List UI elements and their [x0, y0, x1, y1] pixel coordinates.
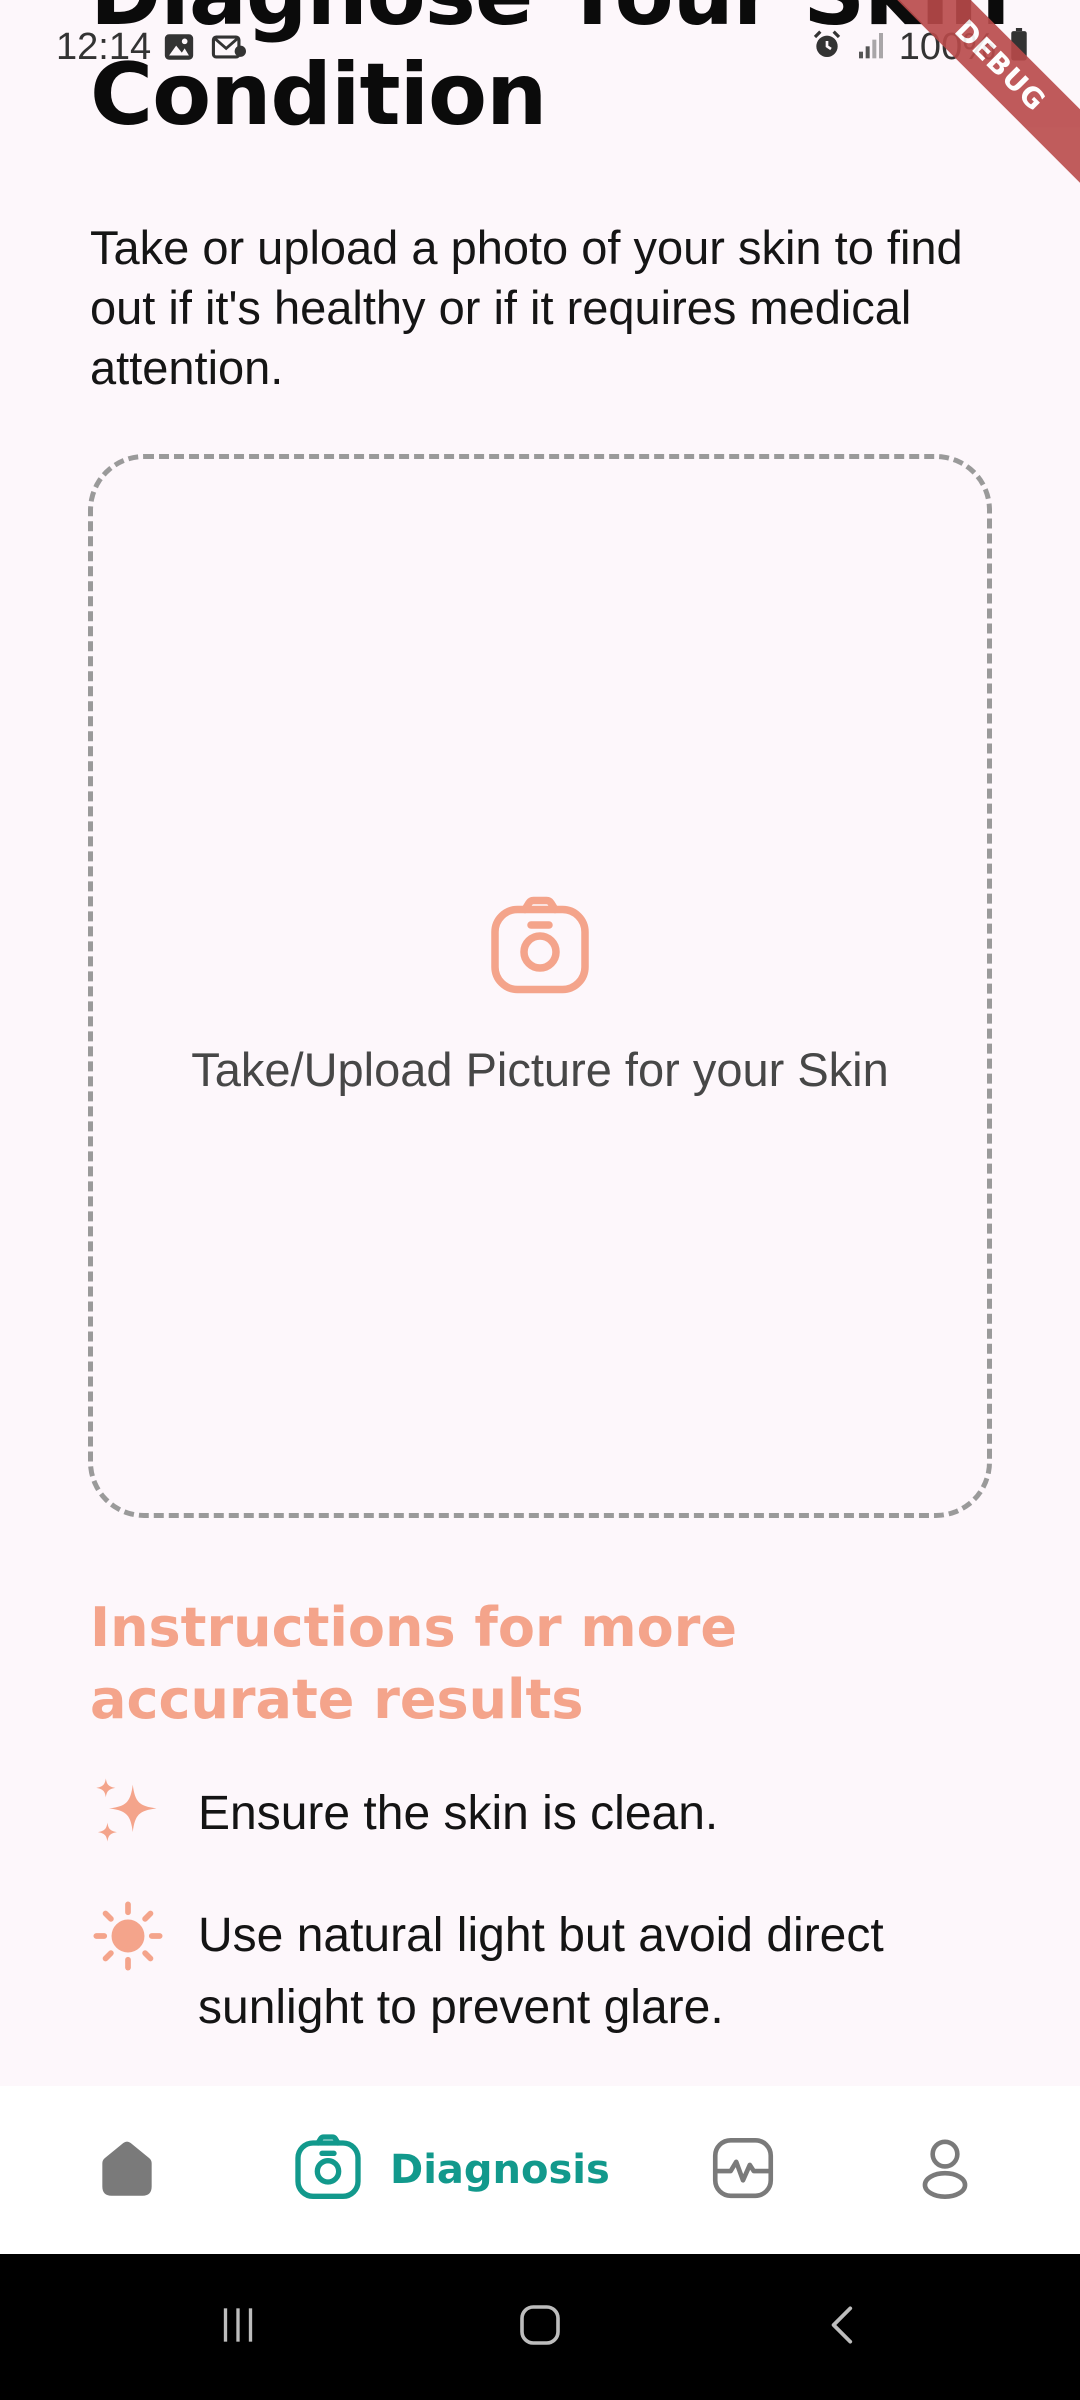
page-subtitle: Take or upload a photo of your skin to f…: [90, 221, 963, 394]
mail-notification-icon: [210, 30, 248, 69]
instructions-heading: Instructions for more accurate results: [90, 1596, 738, 1731]
instruction-item: Use natural light but avoid direct sunli…: [90, 1900, 1010, 2044]
back-chevron-icon: [819, 2300, 869, 2355]
recent-apps-icon: [213, 2300, 263, 2355]
home-outline-icon: [513, 2298, 567, 2357]
nav-item-monitor[interactable]: [706, 2086, 780, 2254]
home-icon: [90, 2131, 164, 2210]
back-button[interactable]: [784, 2254, 904, 2400]
upload-picture-area[interactable]: Take/Upload Picture for your Skin: [88, 454, 992, 1518]
nav-diagnosis-label: Diagnosis: [390, 2147, 610, 2193]
gallery-icon: [162, 30, 196, 69]
system-home-button[interactable]: [480, 2254, 600, 2400]
status-notification-icons: [162, 30, 248, 69]
instruction-item: Ensure the skin is clean.: [90, 1778, 1010, 1850]
nav-item-diagnosis[interactable]: Diagnosis: [288, 2086, 610, 2254]
camera-icon: [288, 2128, 368, 2213]
status-time: 12:14: [56, 26, 152, 68]
instruction-text: Ensure the skin is clean.: [198, 1787, 719, 1840]
bottom-navigation: Diagnosis: [0, 2086, 1080, 2254]
upload-content: Take/Upload Picture for your Skin: [93, 887, 987, 1097]
signal-icon: [855, 29, 887, 66]
sparkle-icon: [90, 1772, 166, 1848]
sun-icon: [90, 1898, 166, 1974]
camera-icon: [480, 887, 600, 1007]
instruction-text: Use natural light but avoid direct sunli…: [198, 1909, 884, 2034]
pulse-icon: [706, 2131, 780, 2210]
nav-item-home[interactable]: [90, 2086, 164, 2254]
upload-label: Take/Upload Picture for your Skin: [191, 1043, 889, 1096]
nav-item-profile[interactable]: [908, 2086, 982, 2254]
system-navigation-bar: [0, 2254, 1080, 2400]
user-icon: [908, 2131, 982, 2210]
alarm-icon: [811, 29, 843, 66]
recent-apps-button[interactable]: [178, 2254, 298, 2400]
